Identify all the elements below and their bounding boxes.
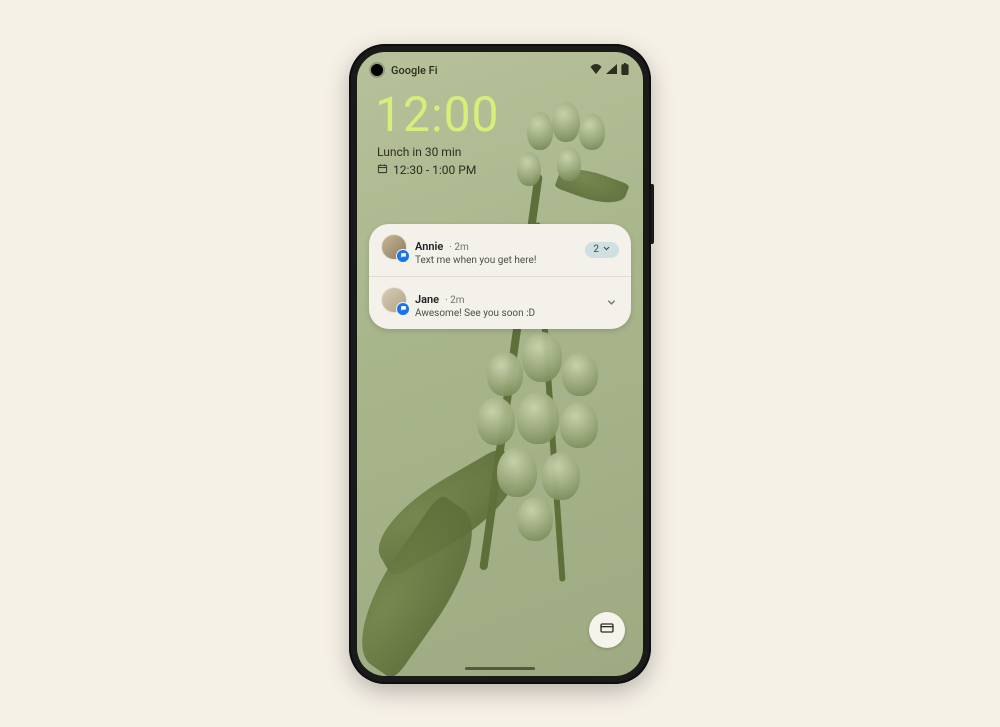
canvas: Google Fi 12:00 Lunch in 30 min (0, 0, 1000, 727)
notification-age: · 2m (449, 242, 468, 253)
messages-app-badge-icon (396, 249, 410, 263)
calendar-icon (377, 162, 388, 179)
phone-frame: Google Fi 12:00 Lunch in 30 min (349, 44, 651, 684)
battery-icon (621, 63, 629, 78)
notification-message: Awesome! See you soon :D (415, 308, 595, 319)
wifi-icon (590, 64, 602, 77)
card-icon (599, 620, 615, 640)
chevron-down-icon (602, 244, 611, 256)
signal-icon (606, 64, 617, 77)
wallet-shortcut[interactable] (589, 612, 625, 648)
notification-age: · 2m (445, 295, 464, 306)
punch-hole-camera (371, 64, 383, 76)
expand-button[interactable] (603, 295, 619, 311)
notification-count: 2 (593, 244, 599, 255)
lock-screen[interactable]: Google Fi 12:00 Lunch in 30 min (357, 52, 643, 676)
at-a-glance[interactable]: Lunch in 30 min 12:30 - 1:00 PM (377, 144, 476, 180)
notification-sender: Annie (415, 240, 443, 253)
avatar (381, 287, 407, 313)
event-time: 12:30 - 1:00 PM (393, 162, 476, 179)
gesture-bar[interactable] (465, 667, 535, 670)
event-title: Lunch in 30 min (377, 144, 476, 161)
notification-item[interactable]: Jane · 2m Awesome! See you soon :D (369, 276, 631, 329)
notification-stack: Annie · 2m Text me when you get here! 2 (369, 224, 631, 329)
messages-app-badge-icon (396, 302, 410, 316)
status-bar: Google Fi (357, 62, 643, 80)
avatar (381, 234, 407, 260)
chevron-down-icon (606, 293, 617, 312)
carrier-label: Google Fi (391, 64, 590, 77)
notification-message: Text me when you get here! (415, 255, 577, 266)
power-button (651, 184, 654, 244)
notification-sender: Jane (415, 293, 439, 306)
notification-count-pill[interactable]: 2 (585, 242, 619, 258)
lock-clock: 12:00 (375, 86, 500, 143)
notification-item[interactable]: Annie · 2m Text me when you get here! 2 (369, 224, 631, 276)
